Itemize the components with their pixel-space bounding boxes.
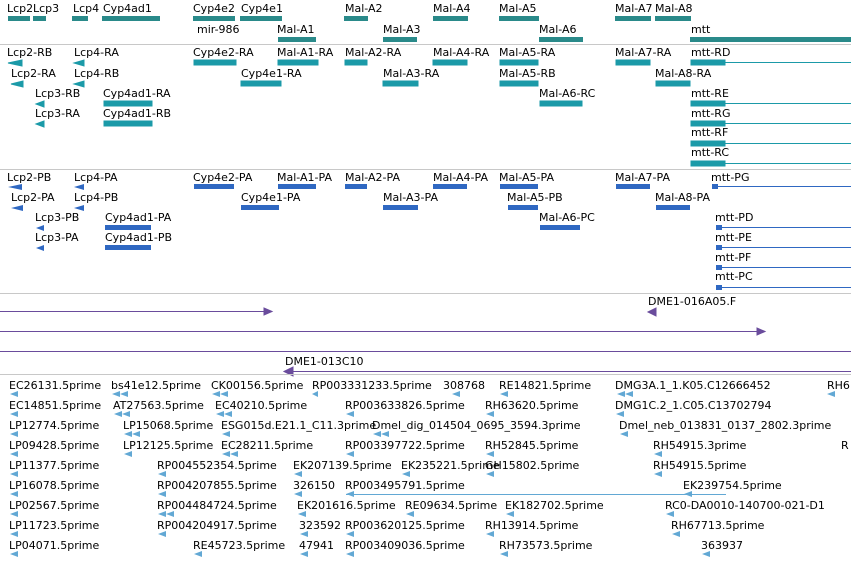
genome-browser-view: Lcp2 Lcp3 Lcp4 Cyp4ad1 Cyp4e2 Cyp4e1 mir… [0, 0, 851, 561]
est-features[interactable] [10, 391, 835, 557]
est-glyphs [10, 391, 835, 557]
